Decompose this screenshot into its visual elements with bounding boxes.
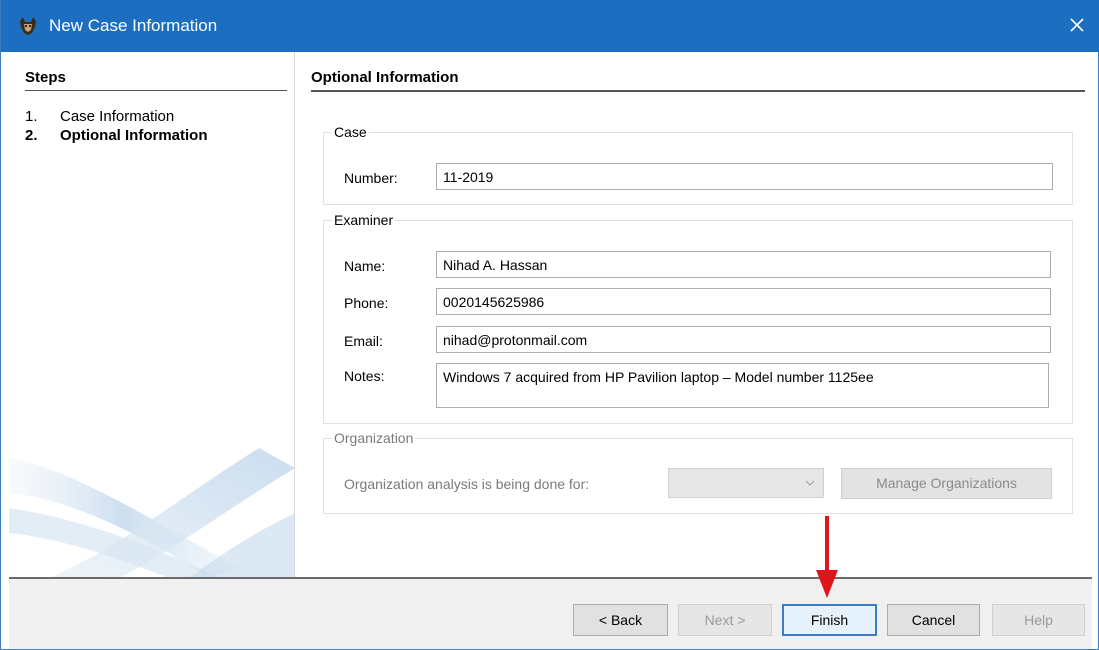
help-button[interactable]: Help <box>992 604 1085 636</box>
cancel-button[interactable]: Cancel <box>887 604 980 636</box>
examiner-name-field[interactable]: Nihad A. Hassan <box>436 251 1051 278</box>
steps-divider <box>25 90 287 91</box>
case-number-label: Number: <box>344 170 398 186</box>
content-divider <box>311 90 1085 92</box>
manage-organizations-button[interactable]: Manage Organizations <box>841 468 1052 499</box>
decorative-swoosh <box>9 448 294 578</box>
step-optional-information: 2. Optional Information <box>25 127 208 144</box>
organization-select[interactable] <box>668 468 824 498</box>
examiner-phone-label: Phone: <box>344 295 389 311</box>
examiner-notes-label: Notes: <box>344 368 385 384</box>
new-case-dialog: New Case Information Steps 1. Case Infor… <box>0 0 1099 650</box>
content-header: Optional Information <box>311 69 459 86</box>
examiner-notes-field[interactable]: Windows 7 acquired from HP Pavilion lapt… <box>436 363 1049 408</box>
organization-prompt: Organization analysis is being done for: <box>344 476 590 492</box>
examiner-email-field[interactable]: nihad@protonmail.com <box>436 326 1051 353</box>
organization-legend: Organization <box>332 430 416 446</box>
case-legend: Case <box>332 124 369 140</box>
steps-panel: Steps 1. Case Information 2. Optional In… <box>9 52 295 578</box>
red-arrow-annotation <box>816 516 838 598</box>
examiner-legend: Examiner <box>332 212 396 228</box>
finish-button[interactable]: Finish <box>782 604 877 636</box>
step-label: Optional Information <box>60 127 208 144</box>
window-title: New Case Information <box>49 16 218 35</box>
step-number: 2. <box>25 127 38 144</box>
steps-header: Steps <box>25 69 66 86</box>
case-number-field[interactable]: 11-2019 <box>436 163 1053 190</box>
step-number: 1. <box>25 108 38 125</box>
examiner-phone-field[interactable]: 0020145625986 <box>436 288 1051 315</box>
autopsy-dog-icon <box>20 17 36 35</box>
close-icon[interactable] <box>1064 12 1090 38</box>
examiner-name-label: Name: <box>344 258 386 274</box>
back-button[interactable]: < Back <box>573 604 668 636</box>
step-label: Case Information <box>60 108 175 125</box>
title-bar: New Case Information <box>1 0 1099 52</box>
next-button[interactable]: Next > <box>678 604 772 636</box>
step-case-information: 1. Case Information <box>25 108 174 125</box>
chevron-down-icon <box>805 480 815 486</box>
examiner-email-label: Email: <box>344 333 383 349</box>
